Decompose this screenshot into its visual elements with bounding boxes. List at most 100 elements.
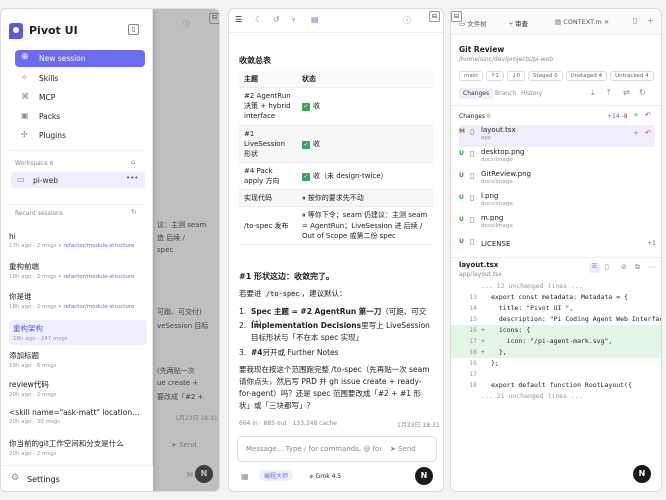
image-icon[interactable]: ▦ bbox=[241, 472, 249, 481]
session-title: 你当前的git工作空间和分支是什么 bbox=[9, 439, 124, 448]
file-icon[interactable]: ▤ bbox=[311, 15, 319, 24]
file-item[interactable]: U ▯ LICENSE +1 bbox=[459, 235, 656, 257]
add-tab-icon[interactable]: + bbox=[647, 16, 654, 25]
file-item[interactable]: U ▯ GitReview.png docs/image bbox=[459, 169, 655, 191]
package-icon: ▣ bbox=[21, 111, 29, 120]
mode-pill[interactable]: 编程大师 bbox=[259, 470, 294, 481]
workspace-current[interactable]: ▭ pi-web ••• bbox=[11, 172, 145, 188]
subtab-history[interactable]: History bbox=[521, 90, 542, 97]
plus-icon: ⊕ bbox=[21, 52, 29, 62]
session-item-active[interactable]: 重构架构 18h ago · 247 msgs bbox=[9, 320, 147, 345]
nav-label: Skills bbox=[39, 74, 59, 83]
chat-toolbar: ☰ ☾ ↺ ⑂ ▤ ⓘ bbox=[229, 9, 443, 33]
subtab-branch[interactable]: Branch bbox=[495, 90, 516, 97]
nav-plugins[interactable]: ✣ Plugins bbox=[21, 130, 141, 142]
file-item[interactable]: U ▯ m.png docs/image bbox=[459, 213, 655, 235]
more-icon[interactable]: ⋯ bbox=[649, 263, 656, 271]
moon-icon[interactable]: ☾ bbox=[255, 15, 262, 24]
divider bbox=[9, 204, 145, 205]
token-stats: 664 in · 885 out · 133,248 cache bbox=[239, 420, 337, 427]
summary-table: 主题 状态 #2 AgentRun 决策 + hybrid interface … bbox=[239, 71, 433, 245]
sidebar-toggle-icon[interactable]: ▯ bbox=[128, 24, 139, 35]
session-item[interactable]: review代码 20h ago · 2 msgs bbox=[9, 379, 145, 398]
ahead-pill: ↑1 bbox=[485, 71, 504, 81]
code-line-added: 18 + }, bbox=[451, 347, 661, 358]
file-icon: ▯ bbox=[470, 215, 475, 224]
session-item[interactable]: 添加标题 19h ago · 6 msgs bbox=[9, 350, 145, 369]
branch-icon[interactable]: ⑂ bbox=[291, 15, 296, 24]
info-icon[interactable]: ⓘ bbox=[403, 15, 411, 26]
refresh-icon[interactable]: ↻ bbox=[639, 88, 646, 97]
upload-icon[interactable]: ⤒ bbox=[607, 88, 611, 98]
collapse-icon[interactable]: ⊟ bbox=[451, 11, 462, 22]
subtab-changes[interactable]: Changes bbox=[459, 88, 494, 99]
menu-icon[interactable]: ☰ bbox=[235, 15, 242, 24]
code-line: 13 export const metadata: Metadata = { bbox=[469, 293, 628, 301]
history-icon[interactable]: ↺ bbox=[273, 15, 280, 24]
avatar[interactable]: N bbox=[415, 467, 433, 485]
session-item[interactable]: 你当前的git工作空间和分支是什么 20h ago · 2 msgs bbox=[9, 438, 145, 457]
copy-icon[interactable]: ⧉ bbox=[635, 263, 640, 272]
sidebar: Pivot UI ▯ ⊕ New session ✧ Skills ⌘ MCP … bbox=[1, 9, 153, 491]
session-item[interactable]: hi 17h ago · 2 msgs ⑂ refactor/module-st… bbox=[9, 232, 145, 249]
table-cell: #4 Pack apply 方向 bbox=[239, 162, 297, 191]
tab-review[interactable]: ⑂ 审查 bbox=[509, 18, 528, 28]
session-title: 重构架构 bbox=[13, 324, 43, 333]
open-file-icon[interactable]: ⊘ bbox=[621, 263, 627, 271]
message-paragraph: 若要进 /to-spec ，建议默认： bbox=[239, 289, 347, 298]
stage-icon[interactable]: + bbox=[633, 129, 639, 137]
expand-icon[interactable]: ▯ bbox=[633, 16, 637, 25]
session-meta: 20h ago · 30 msgs bbox=[9, 419, 61, 425]
new-session-label: New session bbox=[39, 54, 86, 63]
table-cell: /to-spec 发布 bbox=[239, 206, 297, 245]
overlay[interactable] bbox=[151, 9, 219, 491]
review-title: Git Review bbox=[459, 45, 505, 54]
gear-icon: ⚙ bbox=[11, 473, 20, 483]
file-item[interactable]: U ▯ l.png docs/image bbox=[459, 191, 655, 213]
table-cell: ⏸ 等你下令；seam 仍建议：主测 seam = AgentRun；LiveS… bbox=[297, 206, 433, 245]
session-item[interactable]: 你是谁 18h ago · 2 msgs ⑂ refactor/module-s… bbox=[9, 291, 145, 310]
settings-button[interactable]: ⚙ Settings bbox=[1, 465, 153, 491]
logo-icon bbox=[9, 23, 23, 39]
branch-pill[interactable]: main bbox=[459, 71, 483, 81]
recent-label: Recent sessions bbox=[15, 210, 63, 217]
refresh-icon[interactable]: ↻ bbox=[131, 208, 137, 216]
stage-all-icon[interactable]: + bbox=[633, 111, 639, 119]
session-item[interactable]: <skill name="ask-matt" location="/home/.… bbox=[9, 408, 145, 425]
session-item[interactable]: 重构前端 18h ago · 2 msgs ⑂ refactor/module-… bbox=[9, 261, 145, 280]
folder-add-icon[interactable]: ⌂ bbox=[131, 158, 135, 166]
nav-mcp[interactable]: ⌘ MCP bbox=[21, 92, 141, 104]
download-icon[interactable]: ⤓ bbox=[591, 88, 595, 98]
branch-status: main ↑1 ↓0 Staged 0 Unstaged 4 Untracked 4 bbox=[459, 70, 659, 81]
split-view-icon[interactable]: ☰ bbox=[589, 263, 600, 273]
workspace-label: Workspace 8 bbox=[15, 160, 53, 167]
nav-packs[interactable]: ▣ Packs bbox=[21, 111, 141, 123]
file-item[interactable]: U ▯ desktop.png docs/image bbox=[459, 147, 655, 169]
discard-icon[interactable]: ↶ bbox=[645, 129, 651, 137]
avatar[interactable]: N bbox=[633, 465, 651, 483]
nav-label: MCP bbox=[39, 93, 56, 102]
discard-all-icon[interactable]: ↶ bbox=[645, 111, 651, 119]
nav-skills[interactable]: ✧ Skills bbox=[21, 73, 141, 85]
folder-icon: ▭ bbox=[17, 175, 25, 184]
check-icon: ✓ bbox=[302, 173, 310, 182]
tab-files[interactable]: ▭ 文件树 bbox=[459, 18, 487, 28]
new-session-button[interactable]: ⊕ New session bbox=[15, 50, 145, 67]
send-button[interactable]: ➤ Send bbox=[390, 445, 416, 453]
diff-view: ... 12 unchanged lines ... 13 export cons… bbox=[451, 281, 661, 401]
session-meta: 19h ago · 6 msgs bbox=[9, 363, 57, 369]
code-line-added: 17 + icon: "/pi-agent-mark.svg", bbox=[451, 336, 661, 347]
session-meta: 18h ago · 247 msgs bbox=[13, 336, 68, 342]
inline-view-icon[interactable]: ▯ bbox=[605, 263, 609, 271]
sync-icon[interactable]: ⇄ bbox=[623, 88, 630, 97]
check-icon: ✓ bbox=[302, 103, 310, 112]
collapse-icon[interactable]: ⊟ bbox=[429, 11, 440, 22]
code-line: ... 12 unchanged lines ... bbox=[481, 282, 583, 290]
code-line: ... 21 unchanged lines ... bbox=[481, 392, 583, 400]
session-meta: 18h ago · 2 msgs ⑂ refactor/module-struc… bbox=[9, 304, 135, 310]
tab-context[interactable]: ▤ CONTEXT.m × bbox=[555, 18, 609, 26]
file-item-active[interactable]: M ▯ layout.tsx app + ↶ bbox=[459, 125, 655, 147]
message-input[interactable]: Message... Type / for commands, @ for fi… bbox=[237, 436, 437, 462]
model-selector[interactable]: ◈ Grok 4.5 bbox=[309, 473, 341, 480]
more-icon[interactable]: ••• bbox=[126, 174, 138, 182]
